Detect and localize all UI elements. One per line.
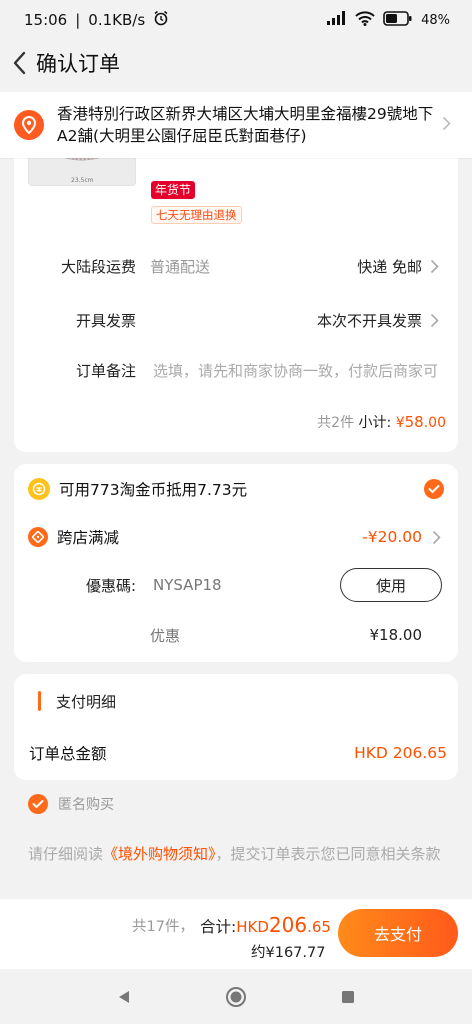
purchase-notice: 请仔细阅读《境外购物须知》，提交订单表示您已同意相关条款 (28, 842, 448, 866)
cross-store-amount: -¥20.00 (362, 528, 422, 546)
order-item-card: 23.5cm 年货节 七天无理由退换 大陆段运费 普通配送 快递 免邮 开具发票… (14, 140, 458, 452)
subtotal-label: 小计: (358, 415, 392, 431)
discount-value: ¥18.00 (369, 626, 423, 644)
page-title: 确认订单 (36, 52, 120, 76)
shipping-value: 快递 免邮 (357, 257, 422, 276)
section-marker (38, 691, 41, 711)
product-image-ruler: 23.5cm (71, 177, 94, 184)
coupon-row: 優惠碼: NYSAP18 使用 (14, 568, 458, 602)
shipping-row[interactable]: 大陆段运费 普通配送 快递 免邮 (14, 251, 458, 281)
grand-total: 合计:HKD206.65 (200, 913, 331, 937)
anonymous-label: 匿名购买 (58, 797, 114, 813)
remark-label: 订单备注 (75, 361, 136, 380)
chevron-right-icon (430, 313, 444, 328)
coin-icon (28, 478, 50, 500)
chevron-right-icon (430, 259, 444, 274)
order-total-value: HKD 206.65 (354, 744, 447, 762)
invoice-label: 开具发票 (75, 311, 136, 330)
discount-summary-row: 优惠 ¥18.00 (14, 622, 458, 648)
status-bar: 15:06 | 0.1KB/s 48% (0, 0, 472, 40)
order-total-label: 订单总金额 (29, 745, 107, 763)
grand-total-label: 合计: (200, 918, 237, 936)
alarm-icon (153, 10, 169, 30)
order-total-row: 订单总金额 HKD 206.65 (29, 742, 447, 764)
coin-text: 可用773淘金币抵用7.73元 (59, 481, 248, 499)
anonymous-purchase-toggle[interactable]: 匿名购买 (28, 794, 114, 814)
title-bar: 确认订单 (0, 40, 472, 86)
cross-store-discount-row[interactable]: 跨店满减 -¥20.00 (28, 524, 444, 550)
cross-store-label: 跨店满减 (57, 529, 120, 547)
status-net-speed: 0.1KB/s (88, 11, 146, 29)
address-text: 香港特別行政区新界大埔区大埔大明里金福樓29號地下A2舗(大明里公園仔屈臣氏對面… (57, 105, 434, 145)
notice-prefix: 请仔细阅读 (28, 845, 104, 863)
signal-icon (327, 11, 347, 29)
status-divider: | (75, 11, 81, 29)
subtotal-amount: ¥58.00 (395, 413, 446, 431)
invoice-value: 本次不开具发票 (316, 311, 422, 330)
discount-card: 可用773淘金币抵用7.73元 跨店满减 -¥20.00 優惠碼: NYSAP1… (14, 464, 458, 662)
taojinbi-row[interactable]: 可用773淘金币抵用7.73元 (28, 476, 444, 502)
overseas-shopping-notice-link[interactable]: 《境外购物须知》 (103, 845, 216, 863)
pay-button[interactable]: 去支付 (338, 909, 458, 957)
nav-back-icon[interactable] (110, 983, 138, 1011)
battery-percent: 48% (421, 12, 450, 28)
apply-coupon-button[interactable]: 使用 (340, 568, 442, 602)
battery-icon (383, 10, 413, 30)
remark-row: 订单备注 选填，请先和商家协商一致，付款后商家可 (14, 355, 458, 385)
ticket-icon (28, 527, 48, 547)
notice-suffix: ，提交订单表示您已同意相关条款 (215, 845, 441, 863)
return-policy-badge: 七天无理由退换 (151, 206, 242, 224)
chevron-right-icon (432, 530, 444, 545)
wifi-icon (355, 10, 375, 30)
chevron-right-icon (442, 116, 456, 135)
checkout-bar: 共17件， 合计:HKD206.65 约¥167.77 去支付 (0, 899, 472, 969)
coupon-code-input[interactable]: NYSAP18 (153, 576, 222, 594)
discount-label: 优惠 (150, 626, 181, 645)
check-icon[interactable] (424, 479, 444, 499)
check-icon (28, 794, 48, 814)
subtotal-count: 共2件 (317, 415, 355, 431)
nav-recents-icon[interactable] (334, 983, 362, 1011)
payment-detail-card: 支付明细 订单总金额 HKD 206.65 (14, 674, 458, 780)
shipping-label: 大陆段运费 (60, 257, 136, 276)
approx-cny-total: 约¥167.77 (251, 945, 326, 961)
payment-detail-title: 支付明细 (56, 692, 117, 711)
subtotal: 共2件 小计: ¥58.00 (317, 412, 446, 432)
invoice-row[interactable]: 开具发票 本次不开具发票 (14, 305, 458, 335)
shipping-method: 普通配送 (150, 257, 211, 276)
nav-home-icon[interactable] (222, 983, 250, 1011)
shipping-address[interactable]: 香港特別行政区新界大埔区大埔大明里金福樓29號地下A2舗(大明里公園仔屈臣氏對面… (0, 92, 472, 158)
item-count: 共17件， (132, 919, 194, 935)
location-pin-icon (14, 110, 44, 140)
back-button[interactable] (6, 49, 34, 77)
payment-detail-header: 支付明细 (38, 690, 116, 712)
system-nav-bar (0, 969, 472, 1024)
chevron-left-icon (13, 51, 26, 75)
festival-badge: 年货节 (151, 181, 196, 199)
coupon-label: 優惠碼: (85, 576, 136, 595)
status-time: 15:06 (24, 11, 68, 29)
remark-input[interactable]: 选填，请先和商家协商一致，付款后商家可 (153, 360, 440, 381)
